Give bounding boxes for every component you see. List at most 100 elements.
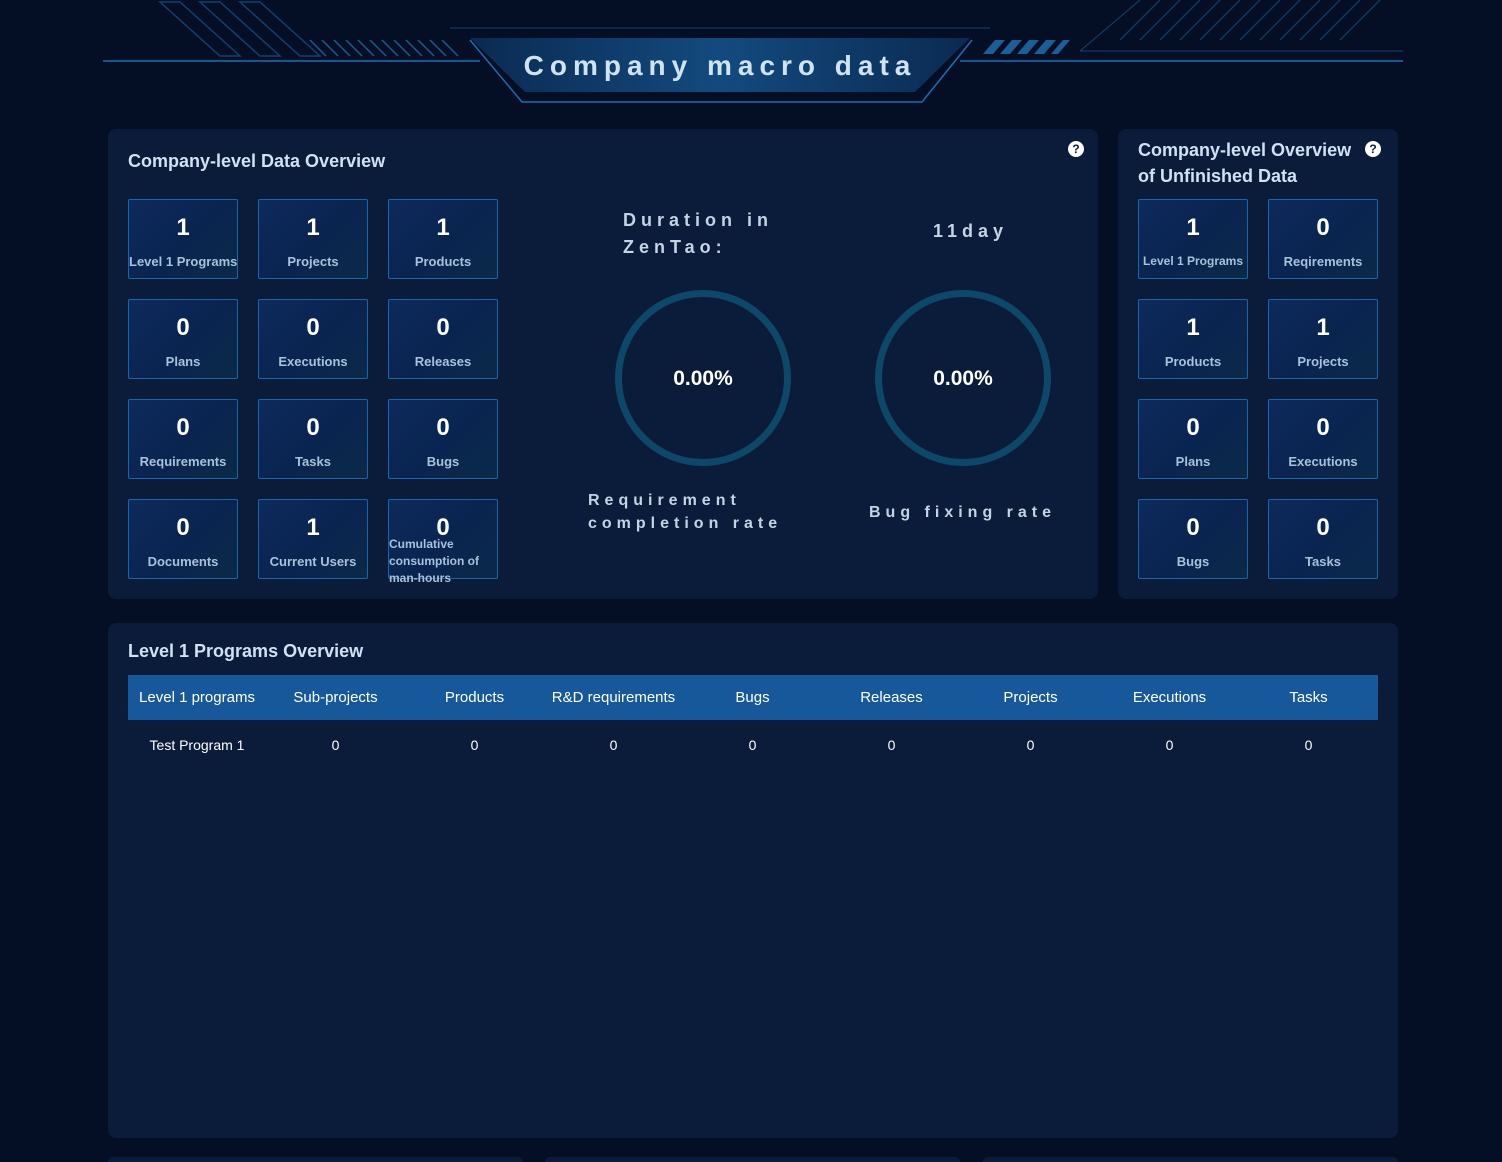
stat-value: 1	[306, 514, 320, 541]
table-row[interactable]: Test Program 1 0 0 0 0 0 0 0 0	[128, 720, 1378, 770]
stat-card-releases[interactable]: 0 Releases	[388, 299, 498, 379]
stat-card-projects[interactable]: 1 Projects	[258, 199, 368, 279]
stat-label: Products	[414, 254, 472, 269]
stat-label: Level 1 Programs	[1142, 254, 1244, 268]
unfinished-card-requirements[interactable]: 0 Reqirements	[1268, 199, 1378, 279]
programs-title: Level 1 Programs Overview	[128, 641, 364, 661]
bug-rate-ring: 0.00%	[875, 290, 1051, 466]
stat-label: Requirements	[139, 454, 227, 469]
stat-label: Plans	[165, 354, 201, 369]
stat-value: 1	[176, 214, 190, 241]
column-header[interactable]: R&D requirements	[544, 675, 683, 720]
unfinished-card-level1-programs[interactable]: 1 Level 1 Programs	[1138, 199, 1248, 279]
column-header[interactable]: Bugs	[683, 675, 822, 720]
stat-label: Releases	[414, 354, 472, 369]
stat-card-plans[interactable]: 0 Plans	[128, 299, 238, 379]
stat-value: 0	[436, 314, 450, 341]
stat-value: 0	[176, 414, 190, 441]
next-panel-stub	[545, 1157, 960, 1162]
unfinished-card-tasks[interactable]: 0 Tasks	[1268, 499, 1378, 579]
table-cell: Test Program 1	[149, 737, 245, 753]
stat-card-requirements[interactable]: 0 Requirements	[128, 399, 238, 479]
stat-value: 1	[1186, 214, 1200, 241]
stat-label: Documents	[147, 554, 219, 569]
stat-label: Bugs	[426, 454, 460, 469]
stat-label: Reqirements	[1283, 254, 1363, 269]
stat-label: Projects	[1297, 354, 1349, 369]
table-cell: 0	[331, 737, 340, 753]
table-cell: 0	[470, 737, 479, 753]
stat-label: Plans	[1175, 454, 1211, 469]
stat-value: 1	[436, 214, 450, 241]
stat-value: 0	[436, 414, 450, 441]
overview-stat-grid: 1 Level 1 Programs 1 Projects 1 Products…	[128, 199, 498, 585]
stat-value: 0	[176, 314, 190, 341]
bug-rate-label: Bug fixing rate	[869, 504, 1057, 521]
stat-card-bugs[interactable]: 0 Bugs	[388, 399, 498, 479]
overview-panel: Company-level Data Overview ? 1 Level 1 …	[108, 129, 1098, 599]
page-title: Company macro data	[523, 50, 917, 81]
stat-value: 0	[306, 414, 320, 441]
column-header[interactable]: Releases	[822, 675, 961, 720]
table-cell: 0	[1165, 737, 1174, 753]
stat-label: Current Users	[269, 554, 357, 569]
stat-label: Level 1 Programs	[129, 254, 238, 269]
stat-value: 0	[1316, 514, 1330, 541]
unfinished-card-bugs[interactable]: 0 Bugs	[1138, 499, 1248, 579]
stat-label: Bugs	[1176, 554, 1210, 569]
stat-card-man-hours[interactable]: 0 Cumulative consumption of man-hours	[388, 499, 498, 585]
stat-label: Tasks	[1305, 554, 1341, 569]
table-cell: 0	[748, 737, 757, 753]
stat-value: 1	[1316, 314, 1330, 341]
column-header[interactable]: Tasks	[1239, 675, 1378, 720]
unfinished-panel: Company-level Overview of Unfinished Dat…	[1118, 129, 1398, 599]
programs-table-header: Level 1 programs Sub-projects Products R…	[128, 675, 1378, 720]
unfinished-help-icon[interactable]: ?	[1365, 141, 1381, 157]
requirement-rate-value: 0.00%	[673, 367, 733, 390]
stat-label: Products	[1164, 354, 1222, 369]
unfinished-card-executions[interactable]: 0 Executions	[1268, 399, 1378, 479]
requirement-rate-ring: 0.00%	[615, 290, 791, 466]
overview-help-icon[interactable]: ?	[1068, 141, 1084, 157]
table-cell: 0	[887, 737, 896, 753]
programs-panel: Level 1 Programs Overview Level 1 progra…	[108, 623, 1398, 1138]
stat-card-tasks[interactable]: 0 Tasks	[258, 399, 368, 479]
duration-label: Duration in ZenTao:	[623, 210, 773, 257]
stat-card-products[interactable]: 1 Products	[388, 199, 498, 279]
table-cell: 0	[1026, 737, 1035, 753]
column-header[interactable]: Sub-projects	[266, 675, 405, 720]
stat-value: 0	[1316, 414, 1330, 441]
overview-title: Company-level Data Overview	[128, 151, 386, 171]
stat-value: 1	[306, 214, 320, 241]
column-header[interactable]: Projects	[961, 675, 1100, 720]
stat-label: Projects	[287, 254, 339, 269]
stat-card-executions[interactable]: 0 Executions	[258, 299, 368, 379]
bug-rate-value: 0.00%	[933, 367, 993, 390]
header-banner: Company macro data	[0, 0, 1502, 110]
unfinished-title: Company-level Overview of Unfinished Dat…	[1138, 140, 1352, 186]
stat-card-level1-programs[interactable]: 1 Level 1 Programs	[128, 199, 238, 279]
stat-label: Tasks	[295, 454, 331, 469]
requirement-rate-label: Requirement completion rate	[588, 492, 783, 532]
stat-value: 0	[1186, 514, 1200, 541]
unfinished-stat-grid: 1 Level 1 Programs 0 Reqirements 1 Produ…	[1138, 199, 1378, 579]
next-panel-stub	[108, 1157, 523, 1162]
column-header[interactable]: Products	[405, 675, 544, 720]
unfinished-card-products[interactable]: 1 Products	[1138, 299, 1248, 379]
stat-value: 0	[306, 314, 320, 341]
stat-value: 1	[1186, 314, 1200, 341]
column-header[interactable]: Level 1 programs	[128, 675, 266, 720]
unfinished-card-plans[interactable]: 0 Plans	[1138, 399, 1248, 479]
stat-card-current-users[interactable]: 1 Current Users	[258, 499, 368, 579]
stat-label: Executions	[278, 354, 348, 369]
table-cell: 0	[1304, 737, 1313, 753]
duration-value: 11day	[933, 221, 1009, 241]
stat-value: 0	[1186, 414, 1200, 441]
unfinished-card-projects[interactable]: 1 Projects	[1268, 299, 1378, 379]
stat-value: 0	[176, 514, 190, 541]
stat-card-documents[interactable]: 0 Documents	[128, 499, 238, 579]
stat-label: Executions	[1288, 454, 1358, 469]
programs-table: Level 1 programs Sub-projects Products R…	[128, 675, 1378, 770]
stat-value: 0	[1316, 214, 1330, 241]
column-header[interactable]: Executions	[1100, 675, 1239, 720]
